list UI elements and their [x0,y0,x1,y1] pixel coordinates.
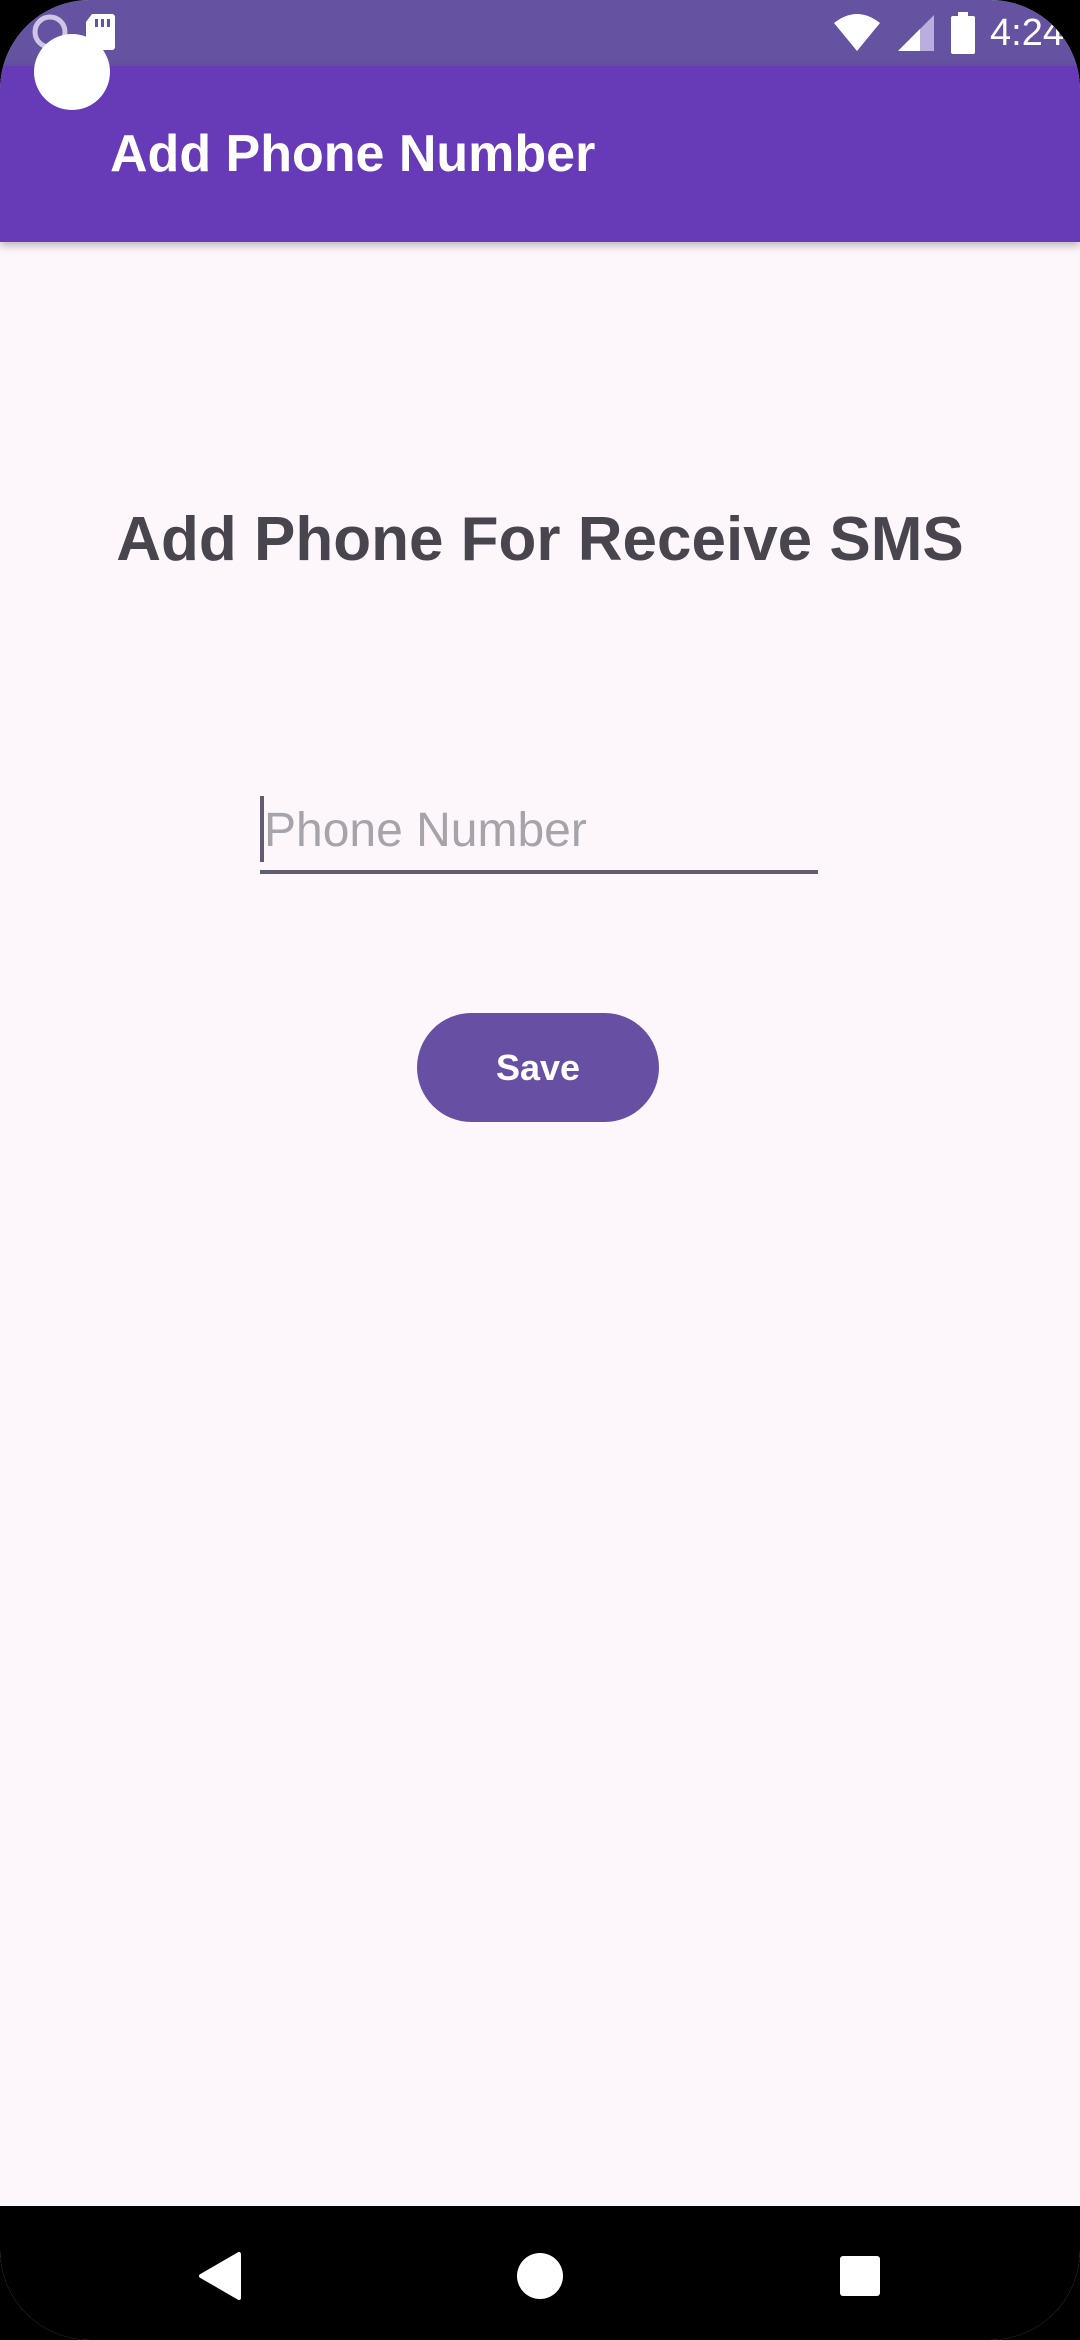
battery-icon [951,12,976,54]
back-icon [199,2252,241,2300]
floating-overlay-dot[interactable] [34,34,110,110]
back-button[interactable] [180,2236,260,2316]
wifi-icon [834,14,881,51]
input-underline [260,870,818,874]
status-clock: 4:24 [990,12,1064,54]
status-right-icons: 4:24 [832,8,1064,58]
phone-field-container[interactable] [260,790,818,876]
home-button[interactable] [500,2236,580,2316]
recents-button[interactable] [820,2236,900,2316]
status-bar: 4:24 [0,0,1080,66]
save-button[interactable]: Save [417,1013,659,1122]
page-title: Add Phone Number [110,125,596,183]
recents-icon [840,2256,880,2296]
app-bar: Add Phone Number [0,66,1080,242]
navigation-bar [0,2206,1080,2340]
screen: 4:24 Add Phone Number Add Phone For Rece… [0,0,1080,2340]
cell-signal-icon [898,15,935,51]
phone-number-input[interactable] [260,790,818,870]
home-icon [517,2253,563,2299]
text-cursor [260,796,264,862]
content-heading: Add Phone For Receive SMS [116,505,964,574]
